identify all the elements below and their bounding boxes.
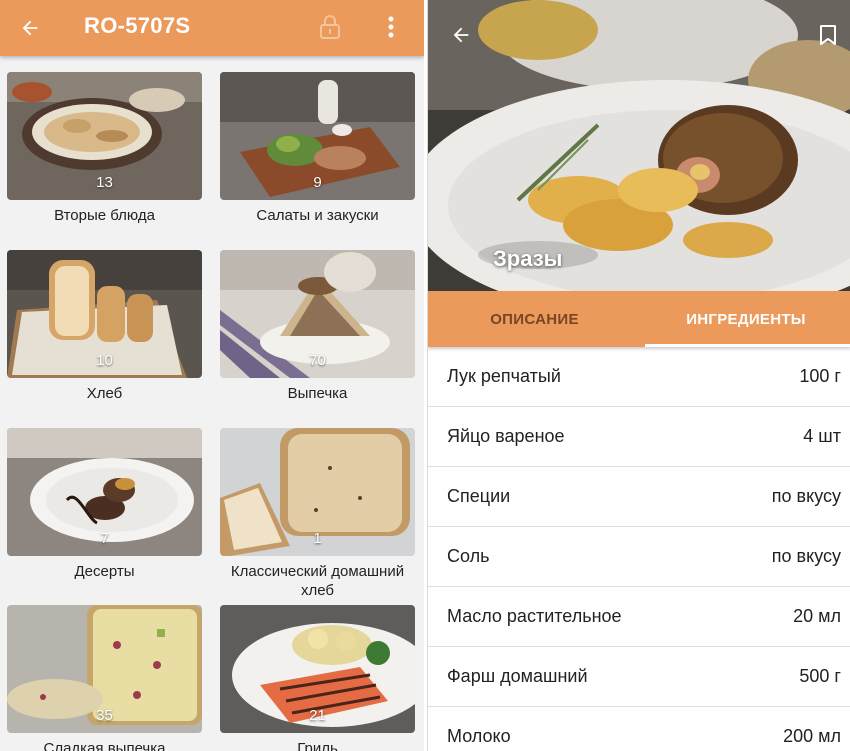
back-arrow-icon: [453, 27, 469, 43]
category-tile[interactable]: 9 Салаты и закуски: [220, 72, 415, 225]
category-label: Сладкая выпечка: [43, 740, 166, 751]
recipe-count: 35: [96, 707, 113, 724]
ingredient-row: Фарш домашний 500 г: [428, 647, 850, 707]
back-button[interactable]: [446, 20, 476, 50]
ingredient-name: Молоко: [447, 726, 511, 746]
category-tile[interactable]: 21 Гриль: [220, 605, 415, 751]
ingredient-name: Специи: [447, 486, 511, 506]
category-label: Хлеб: [86, 385, 123, 402]
ingredient-list: Лук репчатый 100 г Яйцо вареное 4 шт Спе…: [428, 347, 850, 751]
tab-label: ИНГРЕДИЕНТЫ: [686, 310, 806, 328]
ingredient-quantity: 200 мл: [783, 726, 841, 746]
category-image: 10: [7, 250, 202, 378]
ingredient-quantity: по вкусу: [771, 546, 841, 566]
ingredient-quantity: 100 г: [799, 366, 841, 386]
ingredient-row: Соль по вкусу: [428, 527, 850, 587]
recipe-count: 9: [313, 174, 322, 191]
ingredient-row: Яйцо вареное 4 шт: [428, 407, 850, 467]
dish-title: Зразы: [493, 246, 563, 271]
category-label: Выпечка: [287, 385, 348, 402]
category-tile[interactable]: 13 Вторые блюда: [7, 72, 202, 225]
ingredient-quantity: 20 мл: [793, 606, 841, 626]
category-image: 7: [7, 428, 202, 556]
recipe-count: 21: [309, 707, 326, 724]
back-button[interactable]: [14, 12, 46, 44]
category-label: Десерты: [74, 563, 135, 580]
ingredient-quantity: 500 г: [799, 666, 841, 686]
tab-label: ОПИСАНИЕ: [490, 310, 579, 328]
recipe-hero-image: Зразы: [428, 0, 850, 291]
ingredient-row: Лук репчатый 100 г: [428, 347, 850, 407]
more-options-button[interactable]: [378, 12, 404, 42]
category-tile[interactable]: 70 Выпечка: [220, 250, 415, 403]
bookmark-icon: [820, 25, 836, 45]
category-screen: RO-5707S 13 Вторые блюда 9 Салаты и заку…: [0, 0, 424, 751]
app-split-view: RO-5707S 13 Вторые блюда 9 Салаты и заку…: [0, 0, 850, 751]
recipe-count: 13: [96, 174, 113, 191]
ingredient-row: Молоко 200 мл: [428, 707, 850, 751]
lock-icon: [320, 15, 340, 39]
tab-ingredients[interactable]: ИНГРЕДИЕНТЫ: [641, 291, 850, 347]
category-image: 9: [220, 72, 415, 200]
ingredient-quantity: по вкусу: [771, 486, 841, 506]
recipe-screen: Зразы ОПИСАНИЕ ИНГРЕДИЕНТЫ Лук репчатый …: [427, 0, 850, 751]
category-tile[interactable]: 10 Хлеб: [7, 250, 202, 403]
category-image: 21: [220, 605, 415, 733]
category-image: 35: [7, 605, 202, 733]
app-bar: RO-5707S: [0, 0, 424, 56]
category-image: 13: [7, 72, 202, 200]
tab-description[interactable]: ОПИСАНИЕ: [428, 291, 641, 347]
device-title: RO-5707S: [84, 13, 191, 38]
ingredient-name: Соль: [447, 546, 490, 566]
bookmark-button[interactable]: [816, 20, 840, 50]
ingredient-row: Специи по вкусу: [428, 467, 850, 527]
ingredient-quantity: 4 шт: [803, 426, 841, 446]
recipe-count: 70: [309, 352, 326, 369]
category-image: 70: [220, 250, 415, 378]
category-label: Классический домашний хлеб: [230, 563, 405, 599]
ingredient-name: Масло растительное: [447, 606, 622, 626]
category-label: Гриль: [297, 740, 338, 751]
category-image: 1: [220, 428, 415, 556]
back-arrow-icon: [22, 20, 38, 36]
recipe-count: 7: [100, 530, 109, 547]
recipe-count: 1: [313, 530, 322, 547]
category-tile[interactable]: 7 Десерты: [7, 428, 202, 581]
ingredient-name: Яйцо вареное: [447, 426, 565, 446]
more-vertical-icon: [388, 16, 394, 38]
ingredient-row: Масло растительное 20 мл: [428, 587, 850, 647]
ingredient-name: Лук репчатый: [447, 366, 561, 386]
category-tile[interactable]: 1 Классический домашний хлеб: [220, 428, 415, 600]
lock-button[interactable]: [316, 12, 344, 42]
ingredient-name: Фарш домашний: [447, 666, 588, 686]
recipe-tabs: ОПИСАНИЕ ИНГРЕДИЕНТЫ: [428, 291, 850, 347]
category-label: Вторые блюда: [54, 207, 155, 224]
category-tile[interactable]: 35 Сладкая выпечка: [7, 605, 202, 751]
category-label: Салаты и закуски: [256, 207, 379, 224]
recipe-count: 10: [96, 352, 113, 369]
